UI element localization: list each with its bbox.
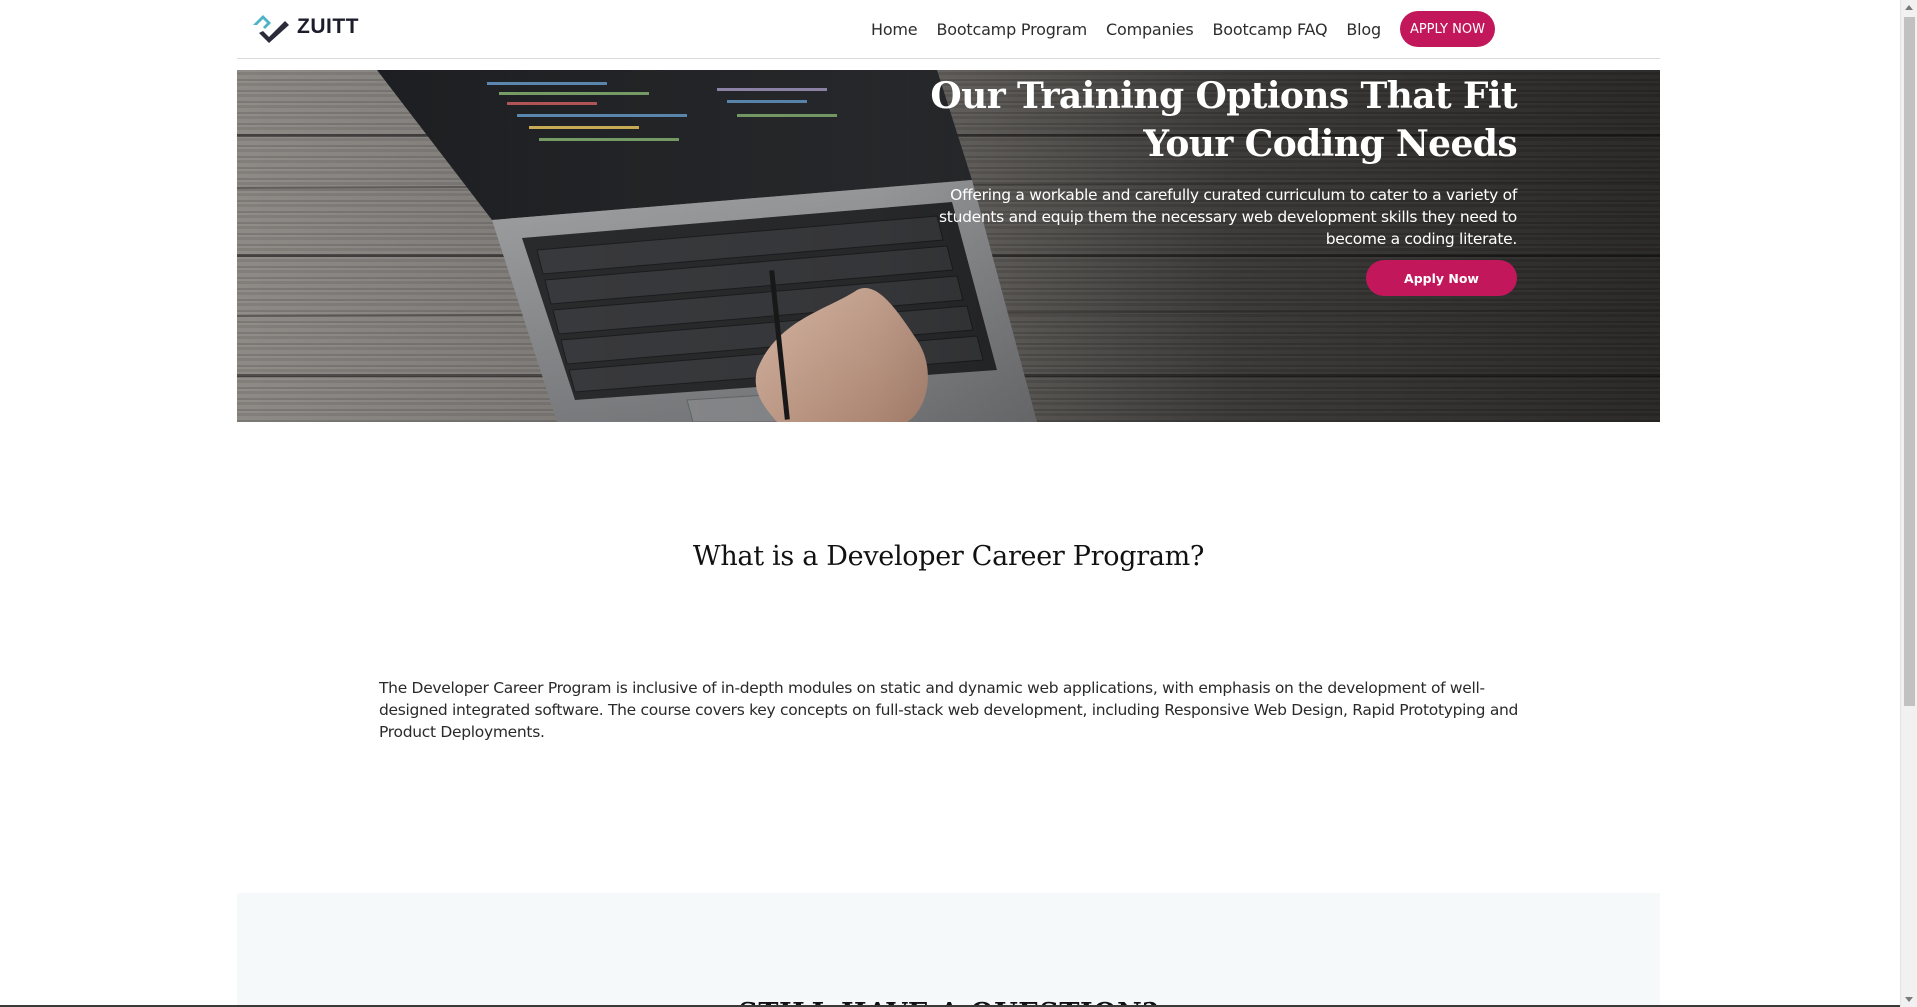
hero-content: Our Training Options That Fit Your Codin… xyxy=(897,70,1518,296)
faq-section: STILL HAVE A QUESTION? xyxy=(237,893,1660,1007)
nav-blog[interactable]: Blog xyxy=(1346,20,1381,39)
navbar: ZUITT Home Bootcamp Program Companies Bo… xyxy=(237,0,1660,59)
program-section-title: What is a Developer Career Program? xyxy=(692,541,1205,572)
nav-home[interactable]: Home xyxy=(871,20,918,39)
hero-subtitle: Offering a workable and carefully curate… xyxy=(939,186,1517,248)
vertical-scrollbar[interactable] xyxy=(1900,0,1917,1007)
logo-link[interactable]: ZUITT xyxy=(249,9,359,45)
brand-name: ZUITT xyxy=(297,15,359,38)
apply-now-nav-button[interactable]: APPLY NOW xyxy=(1399,11,1495,47)
apply-now-hero-button[interactable]: Apply Now xyxy=(1366,260,1517,296)
nav-bootcamp-faq[interactable]: Bootcamp FAQ xyxy=(1213,20,1328,39)
hero-title: Our Training Options That Fit Your Codin… xyxy=(930,75,1517,165)
nav-bootcamp-program[interactable]: Bootcamp Program xyxy=(936,20,1087,39)
zuitt-logo-icon xyxy=(253,15,289,43)
program-description: The Developer Career Program is inclusiv… xyxy=(379,679,1519,741)
scroll-up-arrow-icon[interactable] xyxy=(1905,5,1913,10)
nav-companies[interactable]: Companies xyxy=(1106,20,1194,39)
scrollbar-thumb[interactable] xyxy=(1904,17,1915,706)
main-nav: Home Bootcamp Program Companies Bootcamp… xyxy=(871,11,1495,47)
scroll-down-arrow-icon[interactable] xyxy=(1905,997,1913,1002)
hero-banner: Our Training Options That Fit Your Codin… xyxy=(237,70,1660,422)
page: ZUITT Home Bootcamp Program Companies Bo… xyxy=(0,0,1917,1007)
